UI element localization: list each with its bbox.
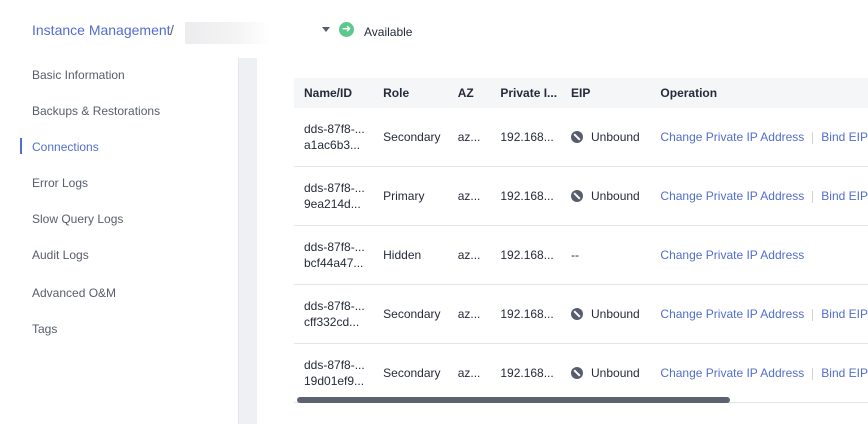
node-name-id: dds-87f8-... cff332cd...	[294, 284, 374, 344]
breadcrumb-instance-management[interactable]: Instance Management	[32, 22, 171, 38]
instance-name-redacted	[185, 22, 270, 44]
node-operations: Change Private IP Address Bind EIP	[650, 284, 868, 344]
table-row: dds-87f8-... bcf44a47... Hidden az... 192…	[294, 225, 868, 285]
sidebar-item-advanced-om[interactable]: Advanced O&M	[32, 286, 116, 300]
top-bar: Instance Management / ➜ Available	[0, 0, 868, 59]
node-id: a1ac6b3...	[304, 138, 361, 152]
table-header-row: Name/ID Role AZ Private I... EIP Operati…	[294, 78, 868, 108]
col-eip: EIP	[561, 78, 651, 108]
bind-eip-link[interactable]: Bind EIP	[821, 366, 868, 380]
horizontal-scrollbar[interactable]	[297, 397, 730, 403]
node-eip: Unbound	[561, 284, 651, 344]
node-az: az...	[447, 343, 491, 403]
node-name-id: dds-87f8-... a1ac6b3...	[294, 108, 374, 167]
table-row: dds-87f8-... 19d01ef9... Secondary az... …	[294, 343, 868, 403]
sidebar-item-error-logs[interactable]: Error Logs	[32, 176, 88, 190]
chevron-down-icon[interactable]	[322, 27, 330, 32]
node-eip: Unbound	[561, 166, 651, 226]
col-operation: Operation	[650, 78, 868, 108]
sidebar-item-connections[interactable]: Connections	[32, 140, 99, 154]
node-id: cff332cd...	[304, 315, 360, 329]
content-gutter	[239, 58, 257, 424]
node-name: dds-87f8-...	[304, 299, 365, 313]
node-name: dds-87f8-...	[304, 122, 365, 136]
node-private-ip: 192.168...	[490, 225, 561, 285]
node-operations: Change Private IP Address Bind EIP	[650, 343, 868, 403]
sidebar-nav: Basic Information Backups & Restorations…	[0, 58, 239, 424]
eip-status: Unbound	[591, 130, 640, 144]
col-name-id: Name/ID	[294, 78, 374, 108]
sidebar-item-tags[interactable]: Tags	[32, 322, 57, 336]
sidebar-item-audit-logs[interactable]: Audit Logs	[32, 248, 89, 262]
node-eip: Unbound	[561, 108, 651, 167]
col-az: AZ	[447, 78, 491, 108]
table-row: dds-87f8-... 9ea214d... Primary az... 192…	[294, 166, 868, 226]
unbound-icon	[571, 308, 583, 320]
bind-eip-link[interactable]: Bind EIP	[821, 189, 868, 203]
unbound-icon	[571, 131, 583, 143]
node-name: dds-87f8-...	[304, 240, 365, 254]
eip-status: Unbound	[591, 366, 640, 380]
sidebar-item-backups-restorations[interactable]: Backups & Restorations	[32, 104, 160, 118]
eip-status: Unbound	[591, 189, 640, 203]
change-private-ip-link[interactable]: Change Private IP Address	[660, 366, 804, 380]
node-name: dds-87f8-...	[304, 181, 365, 195]
node-az: az...	[447, 166, 491, 226]
col-role: Role	[373, 78, 448, 108]
node-az: az...	[447, 225, 491, 285]
table-row: dds-87f8-... a1ac6b3... Secondary az... 1…	[294, 108, 868, 167]
change-private-ip-link[interactable]: Change Private IP Address	[660, 189, 804, 203]
connections-panel: Name/ID Role AZ Private I... EIP Operati…	[257, 58, 868, 424]
node-private-ip: 192.168...	[490, 108, 561, 167]
node-table: Name/ID Role AZ Private I... EIP Operati…	[294, 78, 868, 403]
node-operations: Change Private IP Address	[650, 225, 868, 285]
arrow-right-circle-icon: ➜	[339, 22, 354, 37]
bind-eip-link[interactable]: Bind EIP	[821, 307, 868, 321]
node-operations: Change Private IP Address Bind EIP	[650, 108, 868, 167]
node-az: az...	[447, 108, 491, 167]
divider	[812, 190, 814, 203]
unbound-icon	[571, 367, 583, 379]
node-private-ip: 192.168...	[490, 284, 561, 344]
sidebar-item-slow-query-logs[interactable]: Slow Query Logs	[32, 212, 123, 226]
node-name-id: dds-87f8-... bcf44a47...	[294, 225, 374, 285]
active-indicator	[20, 138, 22, 154]
change-private-ip-link[interactable]: Change Private IP Address	[660, 307, 804, 321]
col-private-ip: Private I...	[490, 78, 561, 108]
node-private-ip: 192.168...	[490, 343, 561, 403]
breadcrumb-separator: /	[170, 22, 174, 38]
change-private-ip-link[interactable]: Change Private IP Address	[660, 248, 804, 262]
divider	[812, 308, 814, 321]
node-role: Secondary	[373, 343, 448, 403]
node-id: bcf44a47...	[304, 256, 364, 270]
node-id: 9ea214d...	[304, 197, 361, 211]
eip-status: Unbound	[591, 307, 640, 321]
node-role: Hidden	[373, 225, 448, 285]
node-name: dds-87f8-...	[304, 358, 365, 372]
node-role: Secondary	[373, 108, 448, 167]
node-role: Secondary	[373, 284, 448, 344]
node-eip: --	[561, 225, 651, 285]
node-name-id: dds-87f8-... 19d01ef9...	[294, 343, 374, 403]
divider	[812, 131, 814, 144]
status-label: Available	[364, 25, 413, 39]
node-eip: Unbound	[561, 343, 651, 403]
node-id: 19d01ef9...	[304, 374, 365, 388]
bind-eip-link[interactable]: Bind EIP	[821, 130, 868, 144]
divider	[812, 367, 814, 380]
table-row: dds-87f8-... cff332cd... Secondary az... …	[294, 284, 868, 344]
node-role: Primary	[373, 166, 448, 226]
unbound-icon	[571, 190, 583, 202]
change-private-ip-link[interactable]: Change Private IP Address	[660, 130, 804, 144]
node-private-ip: 192.168...	[490, 166, 561, 226]
node-operations: Change Private IP Address Bind EIP	[650, 166, 868, 226]
node-name-id: dds-87f8-... 9ea214d...	[294, 166, 374, 226]
sidebar-item-basic-information[interactable]: Basic Information	[32, 68, 125, 82]
node-az: az...	[447, 284, 491, 344]
